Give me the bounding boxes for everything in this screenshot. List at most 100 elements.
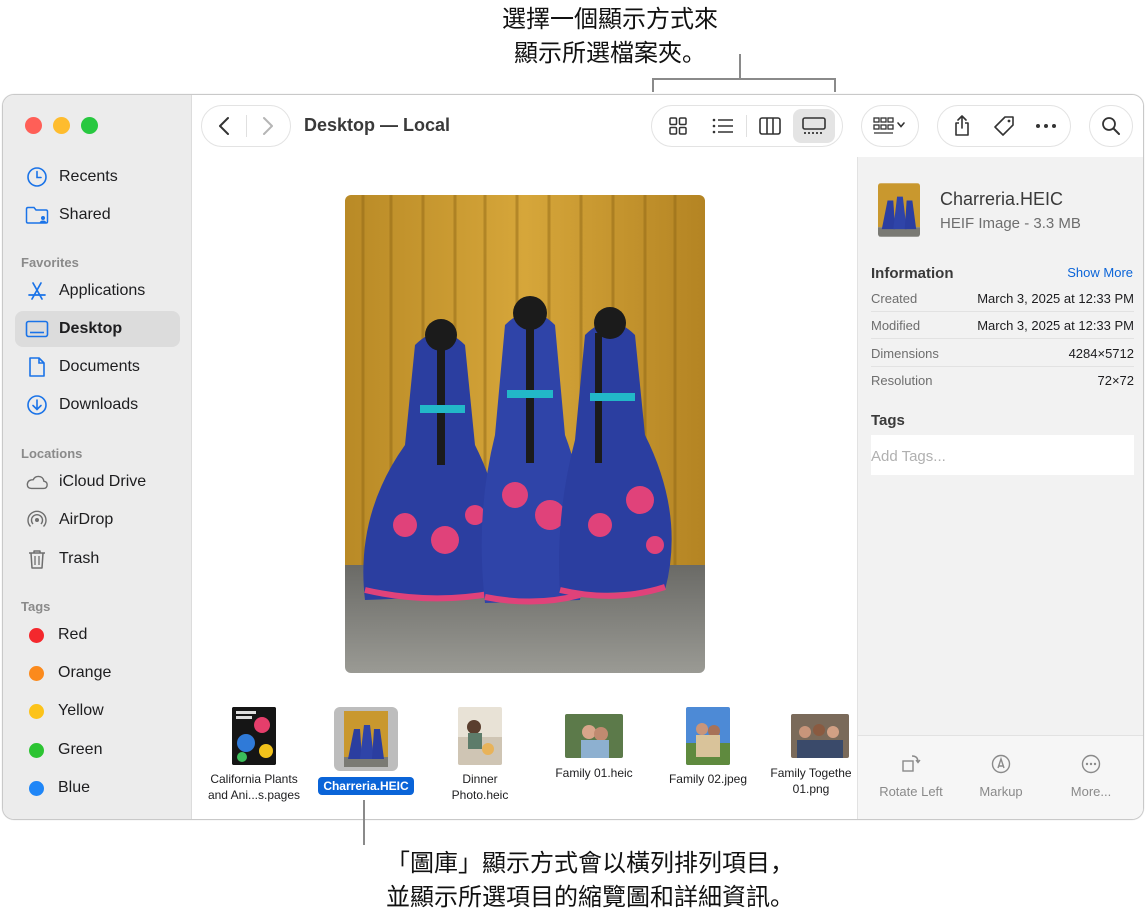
group-button[interactable] [861, 105, 919, 147]
sidebar-item-downloads[interactable]: Downloads [15, 387, 180, 423]
download-icon [25, 393, 49, 417]
callout-bottom-line2: 並顯示所選項目的縮覽圖和詳細資訊。 [386, 883, 794, 911]
sidebar-item-trash[interactable]: Trash [15, 541, 180, 577]
window-title: Desktop — Local [304, 115, 451, 135]
back-button[interactable] [202, 109, 246, 143]
gallery-item-dinner-photo[interactable]: Dinner Photo.heic [425, 707, 535, 803]
sidebar-item-label: Desktop [59, 320, 123, 337]
gallery-item-label-line2: and Ani...s.pages [207, 788, 301, 802]
add-tags-input[interactable] [871, 435, 1134, 475]
sidebar-item-label: Downloads [59, 396, 139, 413]
sidebar-item-recents[interactable]: Recents [15, 159, 180, 195]
inspector-file-name: Charreria.HEIC [940, 189, 1064, 209]
thumbnail [232, 707, 276, 765]
gallery-view-button[interactable] [793, 109, 835, 143]
sidebar-tag-green[interactable]: Green [15, 732, 180, 768]
cloud-icon [25, 470, 49, 494]
info-label: Resolution [871, 373, 933, 388]
sidebar-item-documents[interactable]: Documents [15, 349, 180, 385]
sidebar-item-airdrop[interactable]: AirDrop [15, 502, 180, 538]
tag-color-dot [29, 742, 44, 758]
rotate-left-button[interactable]: Rotate Left [866, 752, 956, 799]
sidebar-item-label: Green [58, 741, 103, 758]
tags-heading: Tags [871, 412, 905, 429]
toolbar: Desktop — Local [193, 95, 1143, 157]
share-icon [955, 115, 970, 136]
sidebar-item-desktop[interactable]: Desktop [15, 311, 180, 347]
minimize-window-button[interactable] [53, 117, 70, 134]
zoom-window-button[interactable] [81, 117, 98, 134]
tag-button[interactable] [983, 109, 1026, 143]
show-more-link[interactable]: Show More [1067, 265, 1133, 280]
callout-top-stem [739, 54, 741, 79]
gallery-item-label: Family Togethe [770, 766, 852, 780]
gallery-item-label: Family 02.jpeg [668, 772, 748, 786]
callout-gallery-view: 「圖庫」顯示方式會以橫列排列項目， 並顯示所選項目的縮覽圖和詳細資訊。 [340, 846, 840, 914]
sidebar-item-label: Documents [59, 358, 140, 375]
sidebar-tag-orange[interactable]: Orange [15, 655, 180, 691]
info-label: Modified [871, 317, 921, 333]
gallery-item-label-line2: 01.png [792, 782, 830, 796]
gallery-item-label: Dinner [462, 772, 498, 786]
sidebar-item-label: Blue [58, 779, 91, 796]
clock-icon [25, 165, 49, 189]
main-preview-image [345, 195, 705, 673]
sidebar-tag-blue[interactable]: Blue [15, 770, 180, 806]
more-quick-actions-button[interactable]: More... [1046, 752, 1136, 799]
sidebar-tag-yellow[interactable]: Yellow [15, 693, 180, 729]
gallery-item-charreria[interactable]: Charreria.HEIC [311, 707, 421, 795]
callout-top-line1: 選擇一個顯示方式來 [502, 5, 718, 33]
desktop-icon [25, 317, 49, 341]
info-value: 4284×5712 [1068, 345, 1134, 361]
thumbnail [791, 714, 849, 758]
search-button[interactable] [1089, 105, 1133, 147]
view-switcher [651, 105, 843, 147]
gallery-item-california-plants[interactable]: California Plants and Ani...s.pages [199, 707, 309, 803]
more-circle-icon [1081, 754, 1101, 774]
gallery-item-family-01[interactable]: Family 01.heic [539, 707, 649, 781]
icon-view-button[interactable] [656, 109, 700, 143]
finder-window: Recents Shared Favorites Applications De… [2, 94, 1144, 820]
sidebar-item-label: Applications [59, 282, 146, 299]
gallery-item-label: California Plants [210, 772, 298, 786]
group-icon [873, 117, 905, 134]
sidebar-item-label: Yellow [58, 702, 104, 719]
tag-color-dot [29, 703, 44, 719]
sidebar-item-shared[interactable]: Shared [15, 197, 180, 233]
more-quick-actions-label: More... [1070, 784, 1112, 799]
callout-view-options: 選擇一個顯示方式來 顯示所選檔案夾。 [440, 2, 780, 70]
gallery-item-family-02[interactable]: Family 02.jpeg [653, 707, 763, 787]
info-row-resolution: Resolution 72×72 [871, 367, 1134, 394]
gallery-item-label: Charreria.HEIC [318, 777, 414, 795]
sidebar-tag-red[interactable]: Red [15, 617, 180, 653]
icon-view-icon [669, 117, 687, 135]
sidebar-item-icloud-drive[interactable]: iCloud Drive [15, 464, 180, 500]
tag-color-dot [29, 627, 44, 643]
shared-folder-icon [25, 203, 49, 227]
search-icon [1102, 117, 1120, 135]
gallery-item-label-line2: Photo.heic [451, 788, 509, 802]
callout-top-line2: 顯示所選檔案夾。 [514, 39, 706, 67]
list-view-button[interactable] [700, 109, 746, 143]
column-view-button[interactable] [747, 109, 793, 143]
share-button[interactable] [942, 109, 983, 143]
document-icon [25, 355, 49, 379]
applications-icon [25, 279, 49, 303]
tag-icon [994, 116, 1014, 136]
list-view-icon [712, 118, 733, 134]
thumbnail [565, 714, 623, 758]
close-window-button[interactable] [25, 117, 42, 134]
column-view-icon [759, 117, 781, 135]
sidebar-section-tags: Tags [21, 599, 51, 614]
inspector-panel: Charreria.HEIC HEIF Image - 3.3 MB Infor… [857, 157, 1143, 819]
sidebar: Recents Shared Favorites Applications De… [3, 95, 192, 819]
sidebar-item-applications[interactable]: Applications [15, 273, 180, 309]
markup-button[interactable]: Markup [956, 752, 1046, 799]
gallery-item-family-together[interactable]: Family Togethe 01.png [765, 707, 857, 797]
callout-top-bracket [652, 78, 836, 92]
sidebar-section-locations: Locations [21, 446, 83, 461]
forward-button[interactable] [246, 109, 290, 143]
more-actions-button[interactable] [1025, 109, 1066, 143]
thumbnail-selected [334, 707, 398, 771]
info-row-dimensions: Dimensions 4284×5712 [871, 340, 1134, 367]
